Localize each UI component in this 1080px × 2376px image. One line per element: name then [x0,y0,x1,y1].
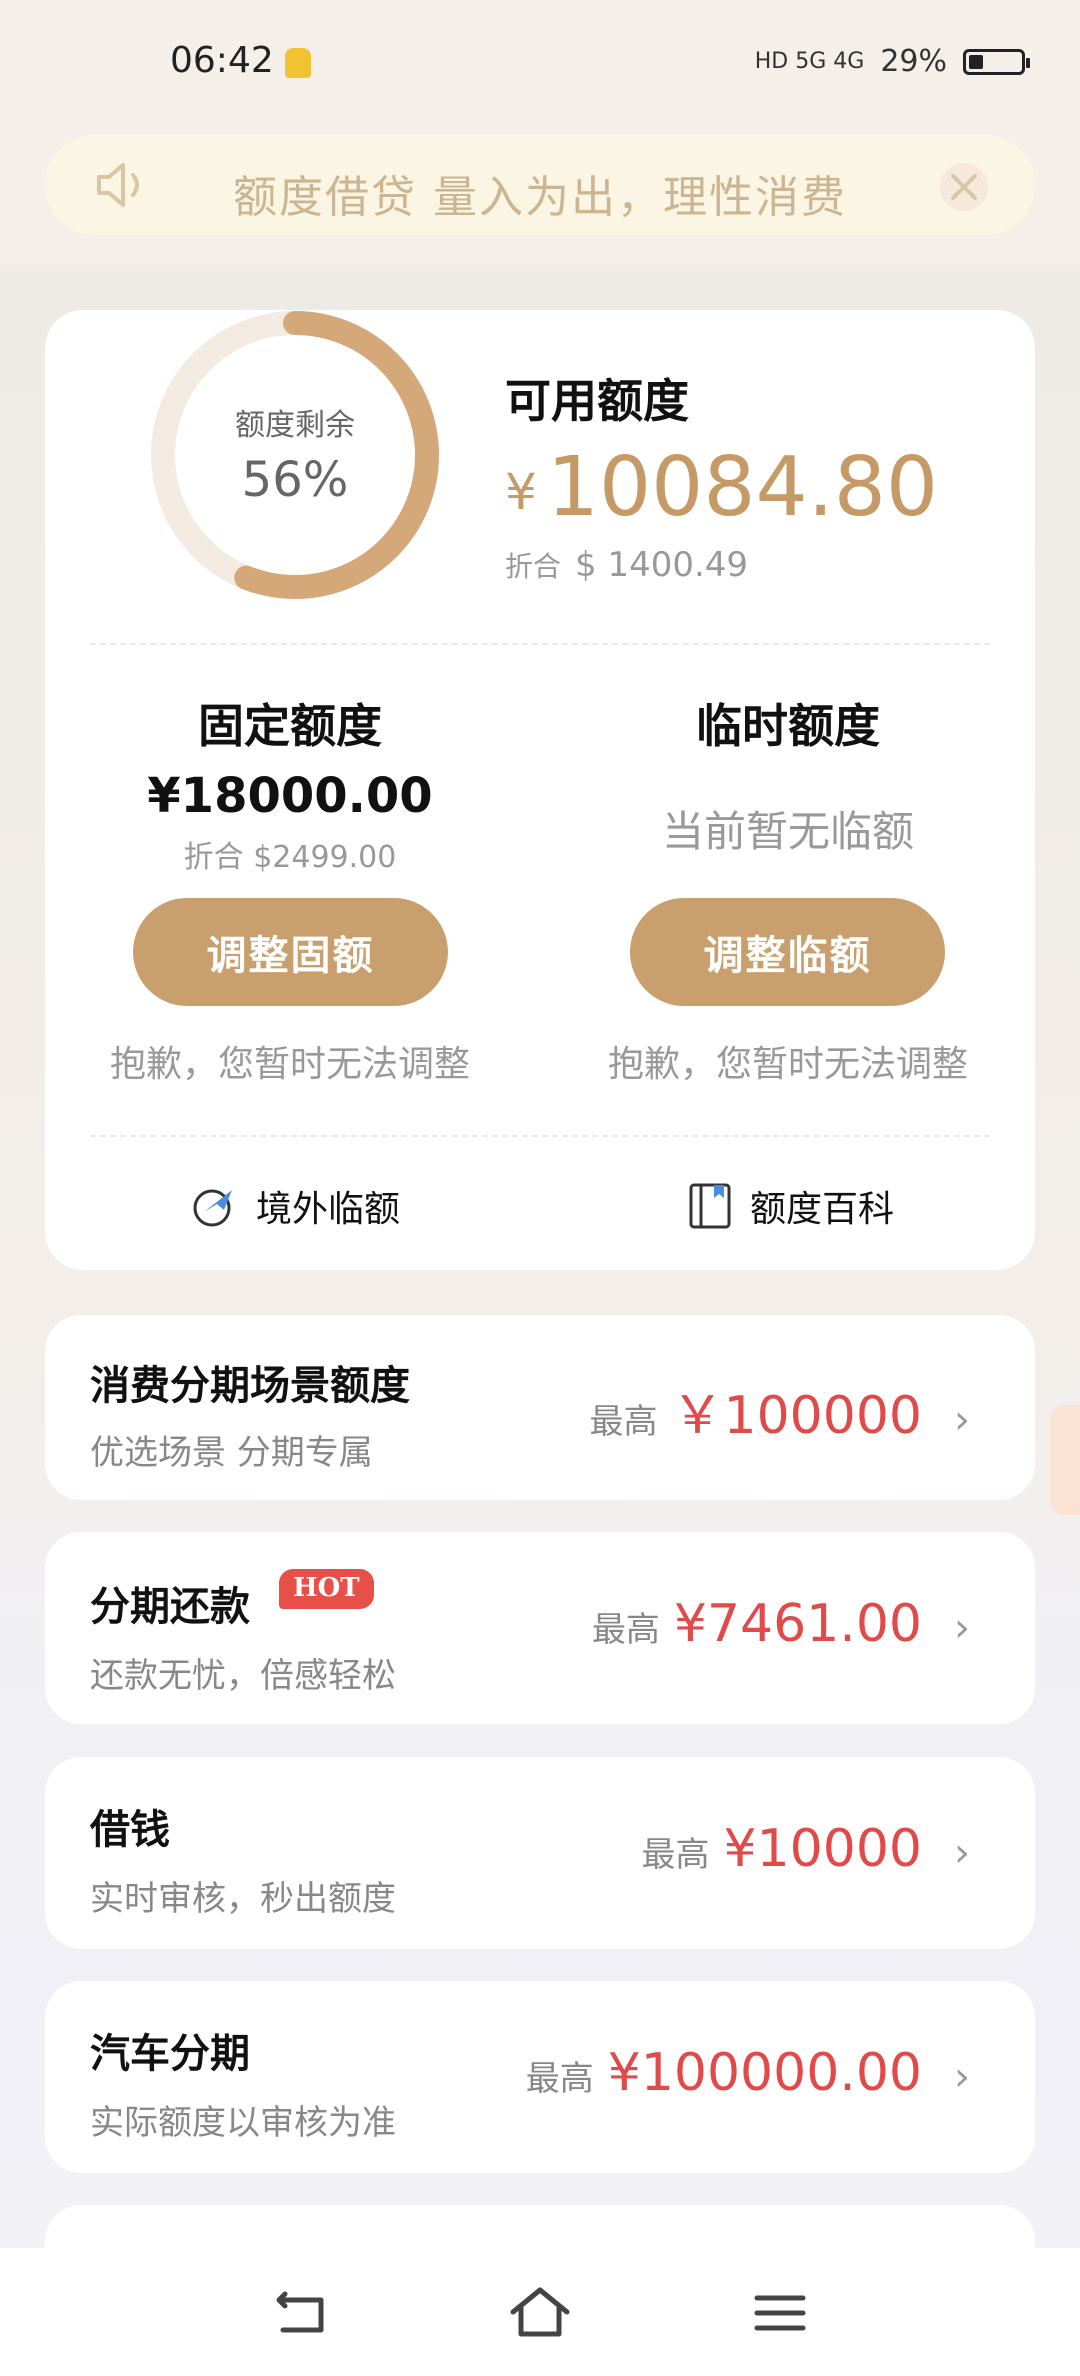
row-amount-prefix: 最高 [525,2059,594,2099]
list-item[interactable]: 汽车分期 实际额度以审核为准 最高 ¥100000.00 › [45,1981,1035,2173]
close-icon[interactable] [933,159,995,215]
system-nav-bar [0,2248,1080,2376]
adjust-fixed-button[interactable]: 调整固额 [133,898,448,1006]
currency-symbol: ¥ [505,463,537,521]
chevron-right-icon: › [954,1830,970,1876]
fixed-quota-title: 固定额度 [198,699,382,753]
battery-percent: 29% [880,44,947,79]
row-title: 借钱 [90,1807,170,1853]
battery-icon [963,48,1030,75]
chevron-right-icon: › [954,2054,970,2100]
row-subtitle: 还款无忧，倍感轻松 [90,1656,396,1696]
row-subtitle: 实时审核，秒出额度 [90,1879,396,1919]
temp-adjust-note: 抱歉，您暂时无法调整 [607,1044,968,1085]
row-amount-value: ¥7461.00 [673,1594,922,1654]
row-amount-prefix: 最高 [589,1402,658,1442]
available-title: 可用额度 [505,374,689,428]
fixed-quota-amount: ¥18000.00 [147,768,433,824]
menu-icon[interactable] [745,2278,815,2348]
ring-label: 额度剩余 [235,408,355,443]
adjust-temp-button[interactable]: 调整临额 [630,898,945,1006]
divider [90,643,990,645]
available-amount: ¥10084.80 [505,440,938,535]
equiv-prefix: 折合 [505,550,562,583]
hot-badge: HOT [279,1569,374,1609]
temp-quota-title: 临时额度 [696,699,880,753]
row-amount-prefix: 最高 [591,1610,660,1650]
fixed-adjust-note: 抱歉，您暂时无法调整 [109,1044,470,1085]
notice-text: 额度借贷 量入为出，理性消费 [233,172,847,223]
divider [90,1135,990,1137]
floating-promo-tab[interactable] [1050,1405,1080,1515]
chevron-right-icon: › [954,1605,970,1651]
quota-wiki-label: 额度百科 [750,1189,895,1230]
list-item[interactable]: 分期还款 HOT 还款无忧，倍感轻松 最高 ¥7461.00 › [45,1532,1035,1724]
battery-fill [969,54,983,69]
row-amount: 最高 ¥10000 › [641,1819,970,1879]
row-title: 分期还款 [90,1584,250,1630]
available-equiv: 折合 $ 1400.49 [505,545,748,585]
row-amount: 最高 ¥7461.00 › [592,1594,970,1654]
ring-value: 56% [241,452,349,508]
quota-wiki-link[interactable]: 额度百科 [688,1180,894,1232]
home-icon[interactable] [505,2278,575,2348]
row-amount-value: ¥10000 [723,1819,922,1879]
temp-quota-empty: 当前暂无临额 [661,807,914,856]
row-subtitle: 优选场景 分期专属 [90,1433,373,1473]
chevron-right-icon: › [954,1397,970,1443]
row-title: 消费分期场景额度 [90,1363,410,1409]
fixed-quota-column: 固定额度 ¥18000.00 折合 $2499.00 [80,690,500,876]
temp-quota-column: 临时额度 当前暂无临额 [578,690,998,859]
overseas-quota-link[interactable]: 境外临额 [190,1180,400,1232]
book-icon [689,1183,731,1229]
notification-icon [285,48,311,78]
status-time: 06:42 [170,40,274,81]
network-indicator: HD 5G 4G [754,49,865,74]
equiv-value: $ 1400.49 [575,545,749,585]
back-icon[interactable] [265,2278,335,2348]
list-item[interactable]: 借钱 实时审核，秒出额度 最高 ¥10000 › [45,1757,1035,1949]
row-amount-value: ￥100000 [671,1386,922,1446]
row-amount: 最高 ¥100000.00 › [526,2043,970,2103]
overseas-quota-label: 境外临额 [256,1189,401,1230]
notice-banner[interactable]: 额度借贷 量入为出，理性消费 [45,135,1035,235]
row-subtitle: 实际额度以审核为准 [90,2103,396,2143]
list-item[interactable]: 消费分期场景额度 优选场景 分期专属 最高 ￥100000 › [45,1315,1035,1500]
row-amount-value: ¥100000.00 [607,2043,922,2103]
row-amount: 最高 ￥100000 › [589,1373,970,1448]
globe-plane-icon [193,1189,232,1227]
row-title: 汽车分期 [90,2031,250,2077]
status-indicators: HD 5G 4G 29% [754,44,1030,79]
row-amount-prefix: 最高 [641,1835,710,1875]
available-amount-value: 10084.80 [546,440,939,535]
fixed-quota-equiv: 折合 $2499.00 [183,840,397,875]
